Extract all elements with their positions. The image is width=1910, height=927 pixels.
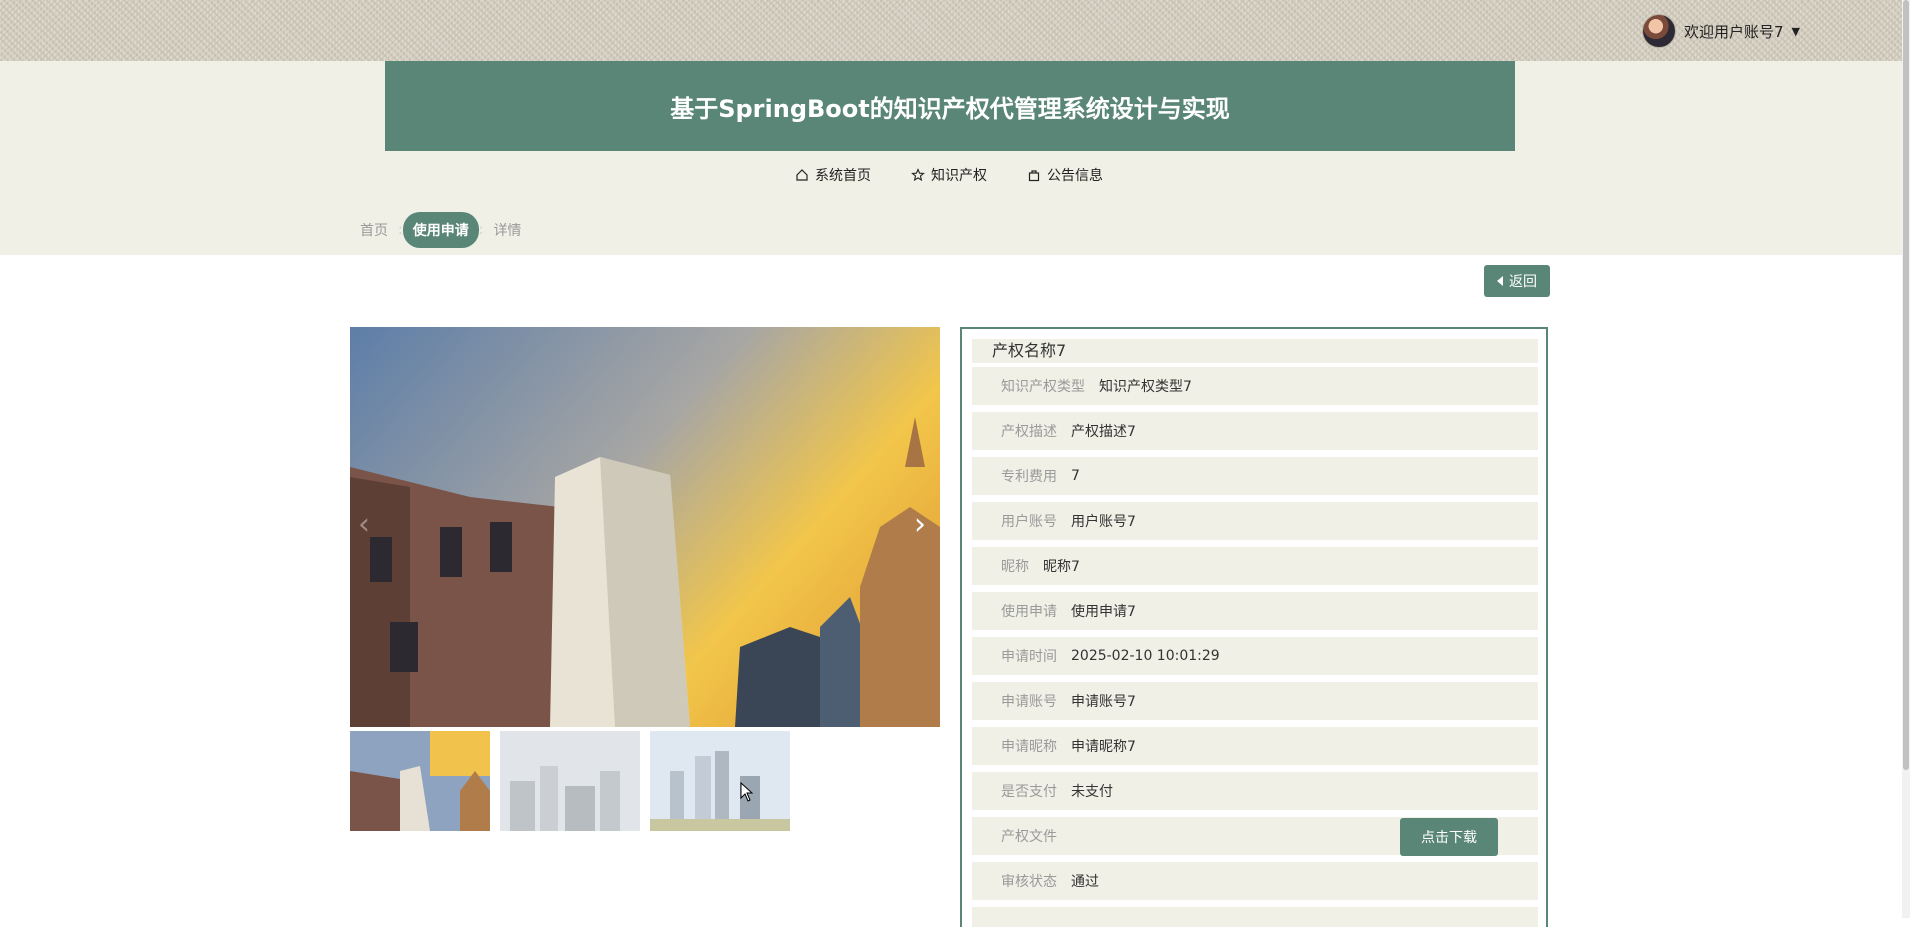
row-value: 用户账号7 [1071,514,1136,530]
top-banner [0,0,1902,61]
detail-title: 产权名称7 [972,339,1538,363]
detail-row: 专利费用 7 [972,457,1538,495]
back-button[interactable]: 返回 [1484,265,1550,297]
detail-row-file: 产权文件 点击下载 [972,817,1538,856]
detail-row: 是否支付 未支付 [972,772,1538,810]
row-label: 产权文件 [1001,829,1057,845]
breadcrumb: 首页 : 使用申请 : 详情 [350,212,531,248]
breadcrumb-current[interactable]: 使用申请 [402,212,479,248]
nav-item-ip[interactable]: 知识产权 [911,165,987,185]
detail-row: 审核状态 通过 [972,862,1538,900]
row-label: 产权描述 [1001,424,1057,440]
carousel-next-icon[interactable]: › [914,507,926,542]
row-label: 知识产权类型 [1001,379,1085,395]
row-value: 通过 [1071,874,1099,890]
back-label: 返回 [1509,274,1537,290]
user-menu[interactable]: 欢迎用户账号7 ▼ [1641,14,1800,48]
row-value: 申请账号7 [1071,694,1136,710]
row-label: 用户账号 [1001,514,1057,530]
detail-row: 产权描述 产权描述7 [972,412,1538,450]
nav-label: 公告信息 [1047,168,1103,184]
mouse-cursor-icon [740,782,754,802]
detail-row: 申请时间 2025-02-10 10:01:29 [972,637,1538,675]
row-value: 昵称7 [1043,559,1080,575]
nav-label: 系统首页 [815,168,871,184]
avatar[interactable] [1641,14,1676,48]
download-button[interactable]: 点击下载 [1400,818,1498,856]
bag-icon [1028,170,1040,182]
carousel-thumbnails [350,731,790,831]
detail-row: 知识产权类型 知识产权类型7 [972,367,1538,405]
row-label: 使用申请 [1001,604,1057,620]
page-scrollbar[interactable] [1902,0,1910,918]
breadcrumb-detail: 详情 [493,223,522,239]
row-value: 产权描述7 [1071,424,1136,440]
user-name[interactable]: 欢迎用户账号7 [1684,21,1784,42]
row-value: 7 [1071,468,1080,484]
row-value: 申请昵称7 [1071,739,1136,755]
detail-row: 用户账号 用户账号7 [972,502,1538,540]
row-label: 申请昵称 [1001,739,1057,755]
row-label: 申请账号 [1001,694,1057,710]
site-title: 基于SpringBoot的知识产权代管理系统设计与实现 [670,94,1230,123]
row-label: 申请时间 [1001,649,1057,665]
star-icon [911,168,925,182]
detail-panel: 产权名称7 知识产权类型 知识产权类型7 产权描述 产权描述7 专利费用 7 用… [960,327,1548,927]
row-label: 是否支付 [1001,784,1057,800]
nav-item-notice[interactable]: 公告信息 [1027,165,1103,185]
nav-item-home[interactable]: 系统首页 [795,165,871,185]
row-label: 专利费用 [1001,469,1057,485]
row-label: 昵称 [1001,559,1029,575]
detail-row: 昵称 昵称7 [972,547,1538,585]
scrollbar-thumb[interactable] [1903,0,1909,770]
thumbnail-1[interactable] [350,731,490,831]
building-photo [350,327,940,727]
caret-down-icon[interactable]: ▼ [1792,25,1800,38]
home-icon [796,169,808,181]
caret-left-icon [1497,276,1503,286]
thumbnail-2[interactable] [500,731,640,831]
detail-row: 申请昵称 申请昵称7 [972,727,1538,765]
main-nav: 系统首页 知识产权 公告信息 [795,165,1103,185]
thumbnail-3[interactable] [650,731,790,831]
row-value: 2025-02-10 10:01:29 [1071,648,1220,664]
site-title-block: 基于SpringBoot的知识产权代管理系统设计与实现 [385,61,1515,151]
detail-row: 申请账号 申请账号7 [972,682,1538,720]
row-value: 未支付 [1071,784,1113,800]
nav-label: 知识产权 [931,168,987,184]
detail-row: 使用申请 使用申请7 [972,592,1538,630]
breadcrumb-home[interactable]: 首页 [350,220,398,240]
carousel-main-image: ‹ › [350,327,940,727]
carousel-prev-icon[interactable]: ‹ [358,507,370,542]
row-value: 使用申请7 [1071,604,1136,620]
row-label: 审核状态 [1001,874,1057,890]
row-value: 知识产权类型7 [1099,379,1192,395]
detail-row-partial [972,907,1538,927]
